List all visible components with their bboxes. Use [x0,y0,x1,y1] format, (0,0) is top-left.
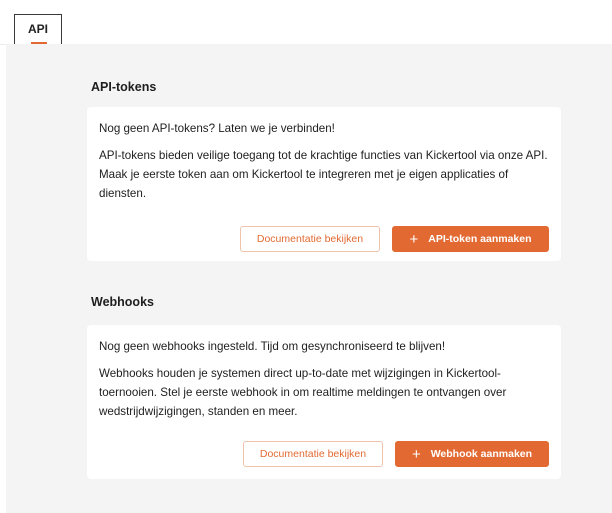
api-tokens-actions: Documentatie bekijken + API-token aanmak… [240,226,549,252]
webhooks-empty-headline: Nog geen webhooks ingesteld. Tijd om ges… [99,340,446,353]
webhooks-section-title: Webhooks [91,295,154,309]
plus-icon: + [411,445,421,463]
tab-bar: API [0,0,612,45]
webhooks-description: Webhooks houden je systemen direct up-to… [99,367,507,418]
create-webhook-label: Webhook aanmaken [430,448,533,460]
api-tokens-empty-headline: Nog geen API-tokens? Laten we je verbind… [99,122,335,135]
api-tokens-description: API-tokens bieden veilige toegang tot de… [99,149,548,200]
create-api-token-label: API-token aanmaken [428,233,532,245]
api-docs-button[interactable]: Documentatie bekijken [240,226,380,252]
tab-api[interactable]: API [14,14,62,44]
webhooks-card: Nog geen webhooks ingesteld. Tijd om ges… [87,325,561,479]
webhook-docs-button[interactable]: Documentatie bekijken [243,441,383,467]
api-tokens-card: Nog geen API-tokens? Laten we je verbind… [87,107,561,261]
plus-icon: + [409,230,419,248]
api-tokens-section-title: API-tokens [91,80,157,94]
tab-api-label: API [27,22,48,36]
create-webhook-button[interactable]: + Webhook aanmaken [395,441,549,467]
create-api-token-button[interactable]: + API-token aanmaken [392,226,549,252]
webhooks-actions: Documentatie bekijken + Webhook aanmaken [243,441,549,467]
